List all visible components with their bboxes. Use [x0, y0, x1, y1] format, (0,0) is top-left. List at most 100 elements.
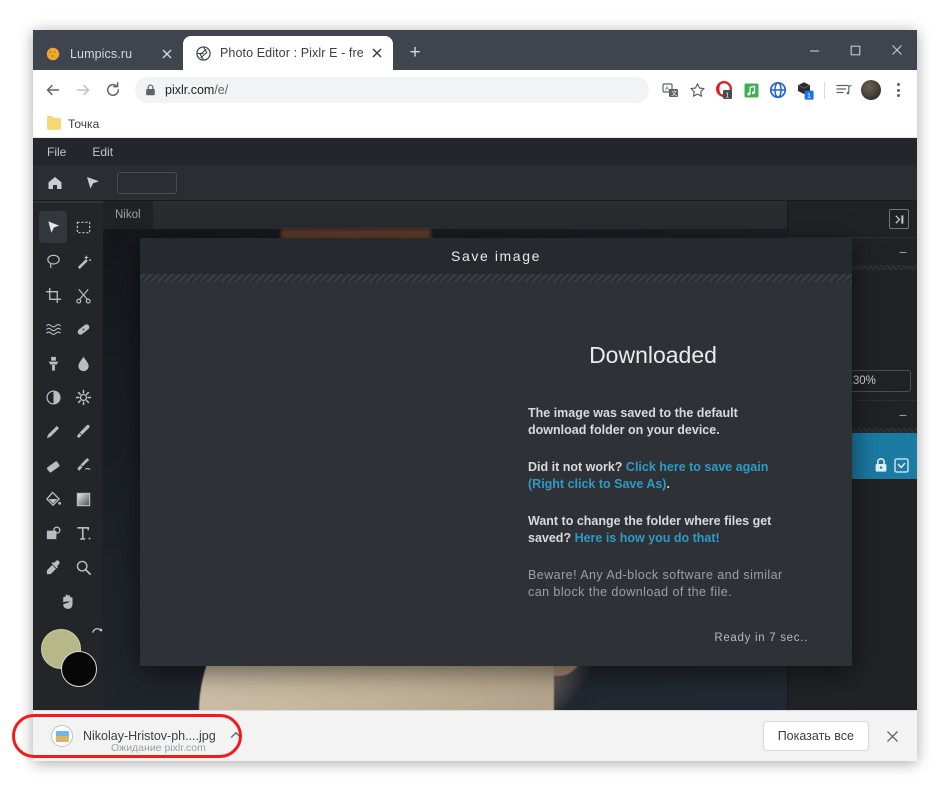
svg-text:A: A — [665, 86, 669, 92]
cutout-tool[interactable] — [69, 279, 97, 311]
magic-wand-tool[interactable] — [69, 245, 97, 277]
music-extension-icon[interactable] — [738, 77, 764, 103]
marquee-select-tool[interactable] — [69, 211, 97, 243]
minimize-icon[interactable]: − — [899, 407, 907, 423]
lock-icon[interactable] — [874, 458, 888, 473]
modal-ready-status: Ready in 7 sec.. — [714, 632, 808, 644]
opera-vpn-extension-icon[interactable]: 1 — [711, 77, 737, 103]
url-text: pixlr.com/e/ — [165, 83, 229, 97]
close-icon[interactable] — [159, 46, 175, 62]
bookmarks-bar: Точка — [33, 110, 917, 138]
minimize-icon[interactable]: − — [899, 244, 907, 260]
replace-brush-tool[interactable] — [69, 449, 97, 481]
liquify-tool[interactable] — [39, 313, 67, 345]
browser-toolbar: pixlr.com/e/ A文 1 1 — [33, 70, 917, 110]
modal-p2-prefix: Did it not work? — [528, 460, 626, 474]
folder-icon — [47, 115, 61, 130]
blur-drop-tool[interactable] — [69, 347, 97, 379]
reload-icon[interactable] — [99, 76, 127, 104]
crop-tool[interactable] — [39, 279, 67, 311]
paint-bucket-tool[interactable] — [39, 483, 67, 515]
modal-beware-note: Beware! Any Ad-block software and simila… — [528, 568, 783, 599]
browser-window: Lumpics.ru Photo Editor : Pixlr E - free… — [33, 30, 917, 761]
change-folder-link[interactable]: Here is how you do that! — [575, 531, 720, 545]
modal-hatch-divider — [140, 274, 852, 282]
document-tab[interactable]: Nikol — [103, 201, 153, 229]
option-field[interactable] — [117, 171, 177, 194]
menu-edit[interactable]: Edit — [92, 145, 113, 159]
arrow-select-tool[interactable] — [39, 211, 67, 243]
bookmark-item-tochka[interactable]: Точка — [41, 115, 105, 133]
tab-title: Photo Editor : Pixlr E - free image — [220, 46, 363, 60]
toolbar-divider — [824, 81, 825, 99]
modal-paragraph-3: Want to change the folder where files ge… — [528, 513, 790, 547]
pixlr-favicon — [195, 45, 211, 61]
media-list-icon[interactable] — [831, 77, 857, 103]
tab-title: Lumpics.ru — [70, 46, 133, 61]
text-tool[interactable] — [69, 517, 97, 549]
forward-arrow-icon[interactable] — [69, 76, 97, 104]
modal-paragraph-2: Did it not work? Click here to save agai… — [528, 459, 790, 493]
clone-stamp-tool[interactable] — [39, 347, 67, 379]
detail-tool[interactable] — [69, 381, 97, 413]
screenshot-root: Lumpics.ru Photo Editor : Pixlr E - free… — [0, 0, 950, 791]
lumpics-favicon — [45, 46, 61, 62]
show-all-button[interactable]: Показать все — [762, 721, 869, 751]
modal-heading: Downloaded — [589, 342, 717, 368]
panel-expand-row — [788, 201, 917, 237]
hand-tool[interactable] — [59, 585, 78, 617]
home-icon[interactable] — [41, 170, 69, 196]
menu-file[interactable]: File — [47, 145, 66, 159]
new-tab-button[interactable]: + — [401, 39, 429, 67]
modal-title: Save image — [140, 238, 852, 274]
browser-tab-lumpics[interactable]: Lumpics.ru — [33, 37, 183, 70]
toning-tool[interactable] — [39, 381, 67, 413]
heal-tool[interactable] — [69, 313, 97, 345]
modal-p2-suffix: . — [666, 477, 670, 491]
eyedropper-tool[interactable] — [39, 551, 67, 583]
pixlr-editor: File Edit Nikol Ожидание pixlr.com − 130… — [33, 138, 917, 755]
close-icon[interactable] — [876, 30, 917, 70]
close-icon[interactable] — [369, 45, 385, 61]
lasso-tool[interactable] — [39, 245, 67, 277]
avatar[interactable] — [858, 77, 884, 103]
address-bar[interactable]: pixlr.com/e/ — [135, 77, 649, 103]
star-icon[interactable] — [684, 77, 710, 103]
background-color-swatch[interactable] — [61, 651, 97, 687]
cursor-icon[interactable] — [79, 170, 107, 196]
editor-menubar: File Edit — [33, 138, 917, 165]
color-swatches — [39, 628, 103, 687]
box-extension-icon[interactable]: 1 — [792, 77, 818, 103]
modal-preview-area — [140, 282, 510, 666]
shelf-actions: Показать все — [762, 721, 903, 751]
zoom-tool[interactable] — [69, 551, 97, 583]
window-controls — [794, 30, 917, 70]
expand-panel-icon[interactable] — [889, 209, 909, 229]
back-arrow-icon[interactable] — [39, 76, 67, 104]
svg-text:文: 文 — [671, 89, 677, 97]
pen-tool[interactable] — [39, 415, 67, 447]
three-dot-menu-icon[interactable] — [885, 77, 911, 103]
gradient-tool[interactable] — [69, 483, 97, 515]
svg-text:1: 1 — [807, 91, 811, 100]
browser-tab-pixlr[interactable]: Photo Editor : Pixlr E - free image — [183, 36, 393, 70]
bookmark-label: Точка — [68, 116, 100, 131]
lock-icon — [145, 84, 156, 96]
minimize-icon[interactable] — [794, 30, 835, 70]
editor-toolbox — [33, 201, 103, 755]
maximize-icon[interactable] — [835, 30, 876, 70]
download-highlight-annotation — [12, 714, 242, 758]
globe-extension-icon[interactable] — [765, 77, 791, 103]
modal-content: Downloaded The image was saved to the de… — [510, 282, 852, 666]
shape-tool[interactable] — [39, 517, 67, 549]
close-icon[interactable] — [881, 725, 903, 747]
eraser-tool[interactable] — [39, 449, 67, 481]
tab-strip: Lumpics.ru Photo Editor : Pixlr E - free… — [33, 30, 917, 70]
svg-text:1: 1 — [725, 92, 729, 99]
eye-checkbox-icon[interactable] — [894, 458, 909, 473]
modal-paragraph-1: The image was saved to the default downl… — [528, 406, 738, 437]
editor-options-bar — [33, 165, 917, 201]
translate-icon[interactable]: A文 — [657, 77, 683, 103]
save-image-modal: Save image Downloaded The image was save… — [140, 238, 852, 666]
brush-tool[interactable] — [69, 415, 97, 447]
